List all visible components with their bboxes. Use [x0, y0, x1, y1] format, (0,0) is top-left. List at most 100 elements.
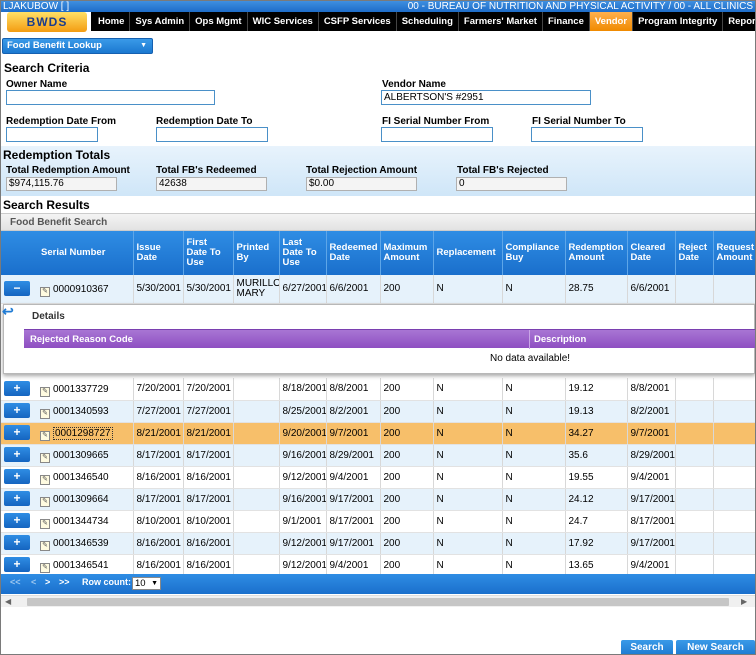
cell-reject-date — [675, 400, 714, 423]
column-header-redeemed-date[interactable]: Redeemed Date — [326, 231, 381, 275]
expand-row-button[interactable]: + — [4, 535, 30, 550]
nav-item-csfp-services[interactable]: CSFP Services — [319, 12, 397, 31]
column-header-compliance-buy[interactable]: Compliance Buy — [502, 231, 566, 275]
prev-page-button[interactable]: < — [31, 577, 36, 587]
grid-header: Serial Number Issue Date First Date To Use… — [1, 231, 755, 275]
cell-replacement: N — [433, 275, 503, 304]
vendor-name-input[interactable]: ALBERTSON'S #2951 — [381, 90, 591, 105]
edit-icon[interactable]: ✎ — [40, 541, 50, 551]
edit-icon[interactable]: ✎ — [40, 475, 50, 485]
cell-request-amount — [713, 510, 755, 533]
horizontal-scrollbar[interactable]: ◀ ▶ — [1, 595, 755, 607]
column-header-replacement[interactable]: Replacement — [433, 231, 503, 275]
column-header-redemption-amount[interactable]: Redemption Amount — [565, 231, 628, 275]
page-menu-dropdown[interactable]: Food Benefit Lookup ▼ — [2, 38, 153, 54]
column-header-last-date-to-use[interactable]: Last Date To Use — [279, 231, 327, 275]
fi-serial-from-input[interactable] — [381, 127, 493, 142]
column-header-printed-by[interactable]: Printed By — [233, 231, 280, 275]
table-row[interactable]: + ✎ 0001346540 8/16/2001 8/16/2001 9/12/2001 9… — [1, 466, 755, 489]
nav-item-farmers-market[interactable]: Farmers' Market — [459, 12, 543, 31]
first-page-button[interactable]: << — [10, 577, 21, 587]
redemption-date-from-input[interactable] — [6, 127, 98, 142]
edit-icon[interactable]: ✎ — [40, 497, 50, 507]
serial-number[interactable]: 0001337729 — [53, 384, 109, 395]
collapse-row-button[interactable]: − — [4, 280, 30, 296]
expand-row-button[interactable]: + — [4, 403, 30, 418]
expand-row-button[interactable]: + — [4, 513, 30, 528]
nav-item-reports[interactable]: Reports — [723, 12, 755, 31]
title-bar: LJAKUBOW [ ] 00 - BUREAU OF NUTRITION AN… — [1, 1, 755, 12]
column-header-serial-number[interactable]: Serial Number — [1, 231, 134, 275]
table-row[interactable]: + ✎ 0001309665 8/17/2001 8/17/2001 9/16/2001 8… — [1, 444, 755, 467]
cell-redemption-amount: 28.75 — [565, 275, 628, 304]
fi-serial-to-input[interactable] — [531, 127, 643, 142]
table-row[interactable]: + ✎ 0001340593 7/27/2001 7/27/2001 8/25/2001 8… — [1, 400, 755, 423]
cell-reject-date — [675, 532, 714, 555]
table-row[interactable]: −✎00009103675/30/20015/30/2001MURILLO, M… — [1, 275, 755, 304]
owner-name-input[interactable] — [6, 90, 215, 105]
nav-item-wic-services[interactable]: WIC Services — [248, 12, 319, 31]
serial-number-cell: + ✎ 0001344734 — [1, 510, 134, 533]
nav-item-scheduling[interactable]: Scheduling — [397, 12, 459, 31]
cell-redemption-amount: 19.12 — [565, 378, 628, 401]
nav-item-vendor[interactable]: Vendor — [589, 12, 634, 31]
expand-row-button[interactable]: + — [4, 557, 30, 572]
redemption-date-to-input[interactable] — [156, 127, 268, 142]
column-header-reject-date[interactable]: Reject Date — [675, 231, 714, 275]
serial-number[interactable]: 0001346541 — [53, 560, 109, 571]
column-header-cleared-date[interactable]: Cleared Date — [627, 231, 676, 275]
nav-item-ops-mgmt[interactable]: Ops Mgmt — [190, 12, 248, 31]
column-header-issue-date[interactable]: Issue Date — [133, 231, 184, 275]
edit-icon[interactable]: ✎ — [40, 519, 50, 529]
table-row[interactable]: + ✎ 0001337729 7/20/2001 7/20/2001 8/18/2001 8… — [1, 378, 755, 401]
cell-cleared-date: 9/4/2001 — [627, 554, 676, 575]
scroll-left-icon[interactable]: ◀ — [5, 597, 11, 606]
expand-row-button[interactable]: + — [4, 425, 30, 440]
serial-number[interactable]: 0000910367 — [53, 284, 109, 295]
expand-row-button[interactable]: + — [4, 491, 30, 506]
nav-item-home[interactable]: Home — [93, 12, 131, 31]
serial-number[interactable]: 0001340593 — [53, 406, 109, 417]
edit-icon[interactable]: ✎ — [40, 409, 50, 419]
column-header-maximum-amount[interactable]: Maximum Amount — [380, 231, 434, 275]
serial-number[interactable]: 0001309664 — [53, 494, 109, 505]
nav-item-finance[interactable]: Finance — [543, 12, 590, 31]
search-button[interactable]: Search — [621, 640, 673, 654]
column-header-request-amount[interactable]: Request Amount — [713, 231, 755, 275]
serial-number[interactable]: 0001346540 — [53, 472, 109, 483]
logo-text: BWDS — [26, 15, 68, 29]
cell-issue-date: 8/17/2001 — [133, 488, 184, 511]
edit-icon[interactable]: ✎ — [40, 286, 50, 297]
edit-icon[interactable]: ✎ — [40, 431, 50, 441]
nav-item-sys-admin[interactable]: Sys Admin — [130, 12, 191, 31]
table-row[interactable]: + ✎ 0001344734 8/10/2001 8/10/2001 9/1/2001 8/… — [1, 510, 755, 533]
last-page-button[interactable]: >> — [59, 577, 70, 587]
edit-icon[interactable]: ✎ — [40, 386, 50, 397]
row-count-value: 10 — [135, 578, 146, 589]
edit-icon[interactable]: ✎ — [40, 563, 50, 573]
serial-number[interactable]: 0001309665 — [53, 450, 109, 461]
new-search-button[interactable]: New Search — [676, 640, 755, 654]
app-logo: BWDS — [7, 12, 87, 32]
grid-pager: << < > >> Row count: 10 ▼ — [1, 574, 755, 594]
scroll-right-icon[interactable]: ▶ — [741, 597, 747, 606]
serial-number[interactable]: 0001346539 — [53, 538, 109, 549]
scroll-thumb[interactable] — [27, 598, 729, 606]
expand-row-button[interactable]: + — [4, 447, 30, 462]
edit-icon[interactable]: ✎ — [40, 453, 50, 463]
cell-printed-by — [233, 422, 280, 445]
serial-number-cell: + ✎ 0001298727 — [1, 422, 134, 445]
nav-item-program-integrity[interactable]: Program Integrity — [633, 12, 724, 31]
expand-row-button[interactable]: + — [4, 380, 30, 396]
column-header-first-date-to-use[interactable]: First Date To Use — [183, 231, 234, 275]
cell-reject-date — [675, 466, 714, 489]
table-row[interactable]: + ✎ 0001309664 8/17/2001 8/17/2001 9/16/2001 9… — [1, 488, 755, 511]
table-row[interactable]: + ✎ 0001298727 8/21/2001 8/21/2001 9/20/2001 9… — [1, 422, 755, 445]
row-count-select[interactable]: 10 ▼ — [132, 577, 161, 590]
expand-row-button[interactable]: + — [4, 469, 30, 484]
serial-number[interactable]: 0001344734 — [53, 516, 109, 527]
serial-number[interactable]: 0001298727 — [53, 427, 113, 440]
table-row[interactable]: + ✎ 0001346539 8/16/2001 8/16/2001 9/12/2001 9… — [1, 532, 755, 555]
table-row[interactable]: + ✎ 0001346541 8/16/2001 8/16/2001 9/12/2001 9… — [1, 554, 755, 575]
next-page-button[interactable]: > — [45, 577, 50, 587]
